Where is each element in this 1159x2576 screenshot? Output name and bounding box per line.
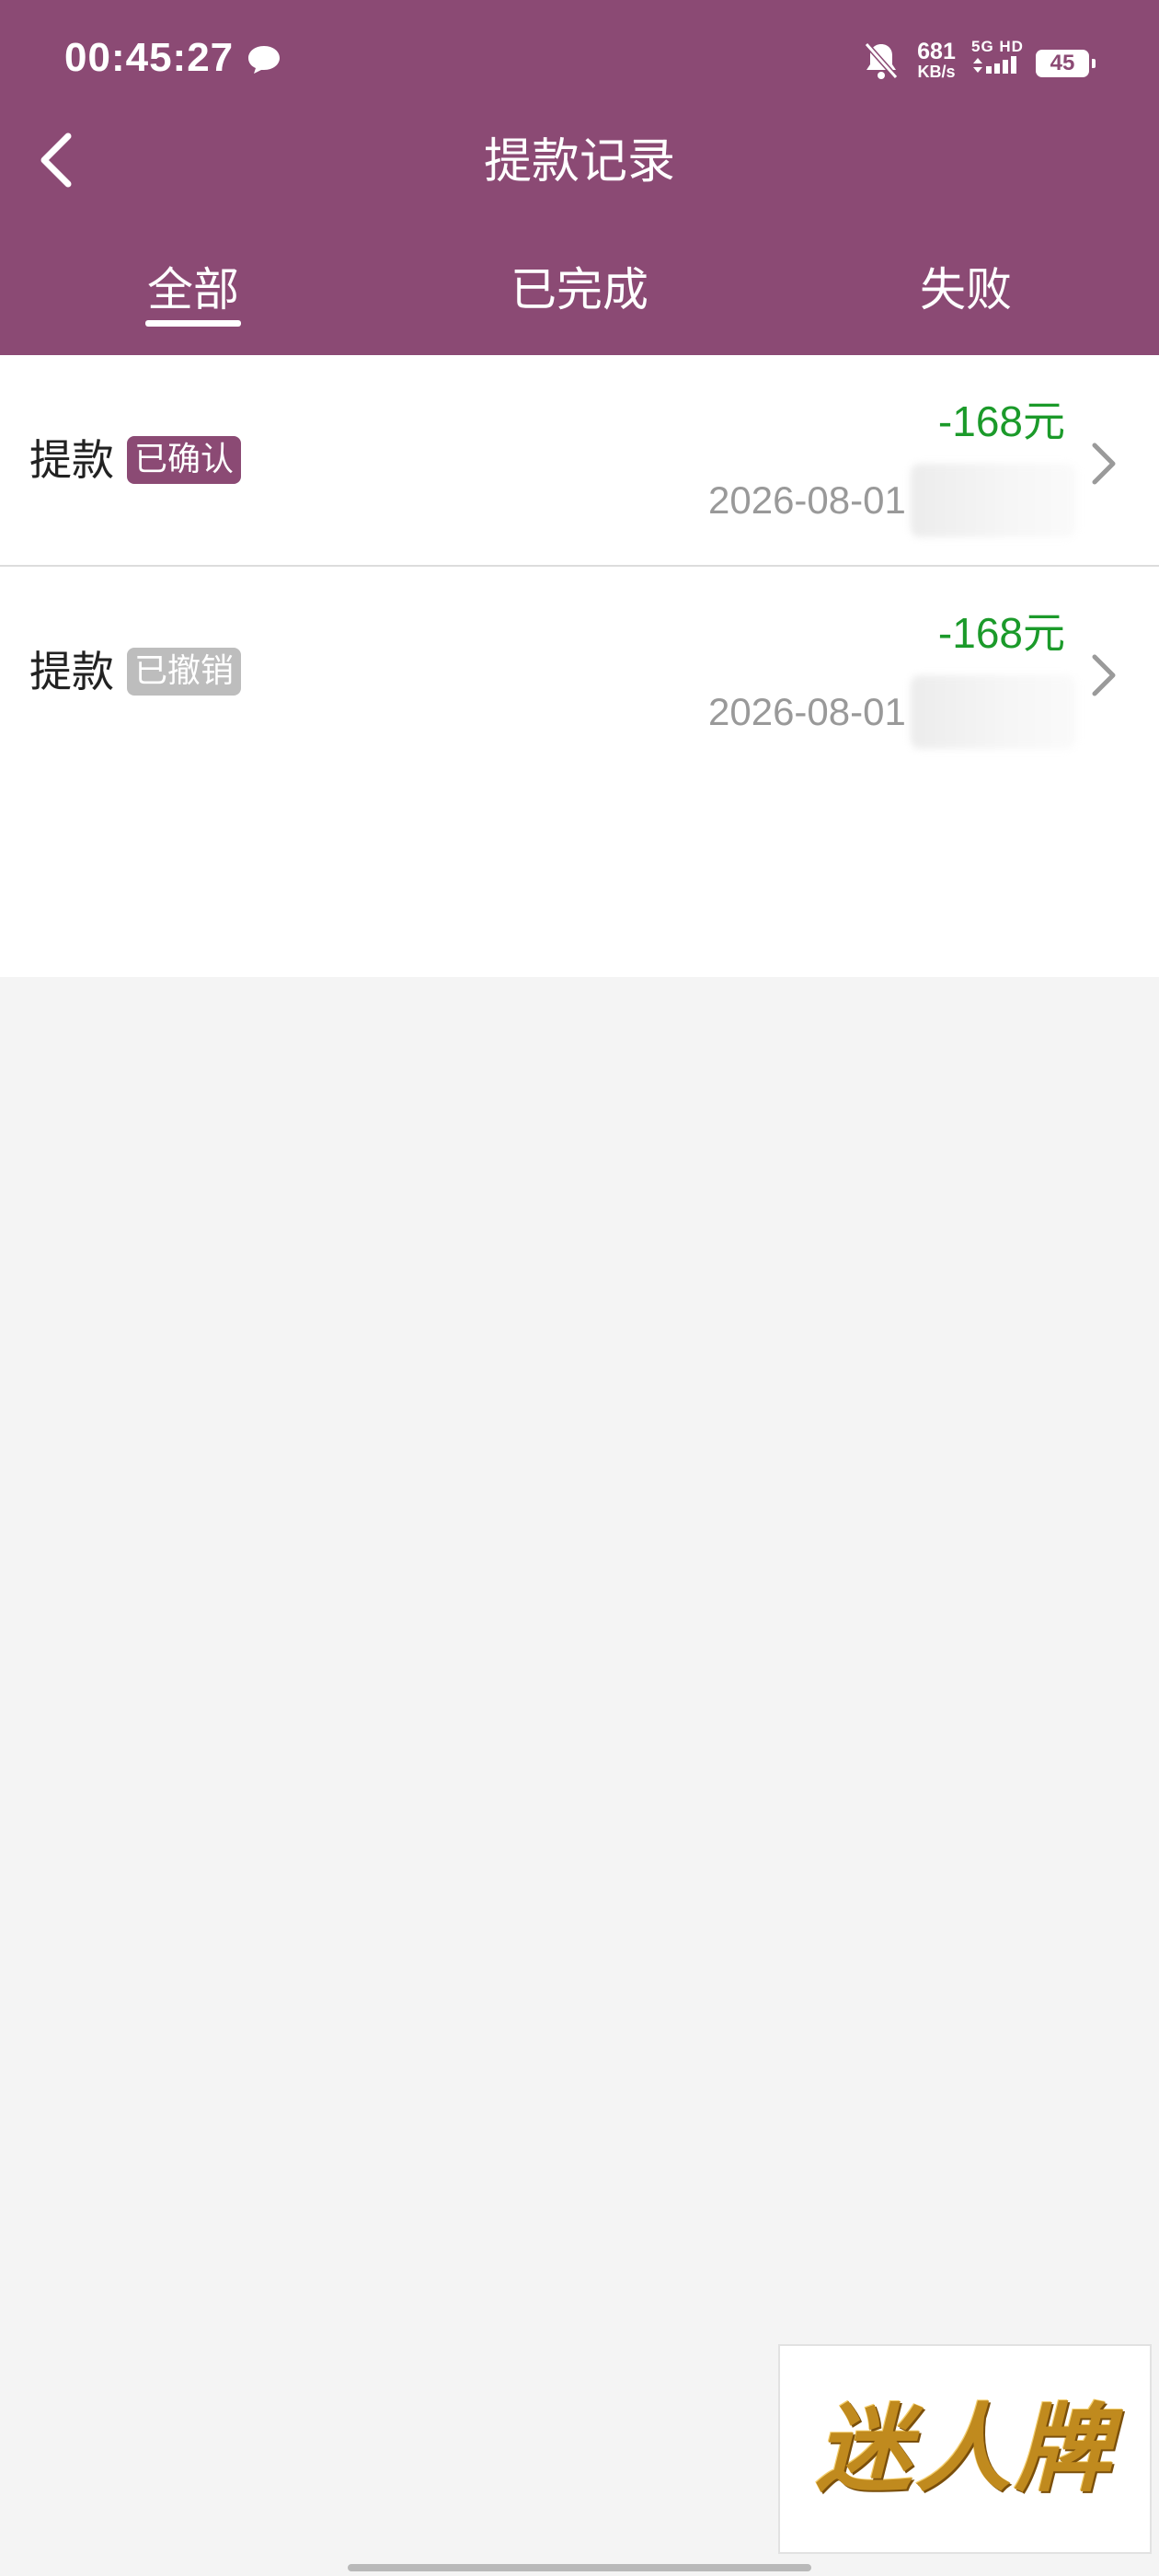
brand-logo: 迷人牌 xyxy=(778,2344,1152,2554)
redacted-time xyxy=(911,464,1076,537)
battery-indicator: 45 xyxy=(1036,50,1096,77)
tab-all[interactable]: 全部 xyxy=(101,248,285,331)
tab-failed[interactable]: 失败 xyxy=(874,248,1058,331)
record-row[interactable]: 提款 已确认 -168元 2026-08-01 xyxy=(0,355,1159,567)
withdrawal-record-list: 提款 已确认 -168元 2026-08-01 提款 已撤销 -168元 202… xyxy=(0,355,1159,977)
app-header: 00:45:27 681 KB/s 5G HD 45 提款记录 全部 已完成 失… xyxy=(0,0,1159,355)
chat-bubble-icon xyxy=(247,44,281,79)
status-badge-confirmed: 已确认 xyxy=(127,436,242,484)
chevron-right-icon xyxy=(1085,648,1122,707)
signal-bars-icon xyxy=(973,56,1016,74)
record-type: 提款 xyxy=(29,435,114,485)
network-speed: 681 KB/s xyxy=(917,39,956,81)
brand-logo-text: 迷人牌 xyxy=(815,2392,1114,2505)
filter-tabs: 全部 已完成 失败 xyxy=(0,248,1159,340)
record-amount: -168元 xyxy=(937,397,1065,445)
tab-completed[interactable]: 已完成 xyxy=(488,248,671,331)
status-badge-cancelled: 已撤销 xyxy=(127,648,242,696)
status-time: 00:45:27 xyxy=(64,35,235,80)
record-row[interactable]: 提款 已撤销 -168元 2026-08-01 xyxy=(0,567,1159,977)
home-indicator[interactable] xyxy=(348,2564,811,2571)
status-bar: 00:45:27 681 KB/s 5G HD 45 xyxy=(0,0,1159,121)
signal-indicator: 5G HD xyxy=(971,39,1025,78)
bell-off-icon xyxy=(863,40,900,85)
record-date: 2026-08-01 xyxy=(708,690,906,733)
record-amount: -168元 xyxy=(937,609,1065,657)
record-date: 2026-08-01 xyxy=(708,478,906,522)
redacted-time xyxy=(911,675,1076,749)
page-title: 提款记录 xyxy=(483,134,675,190)
chevron-right-icon xyxy=(1085,436,1122,495)
record-type: 提款 xyxy=(29,647,114,696)
